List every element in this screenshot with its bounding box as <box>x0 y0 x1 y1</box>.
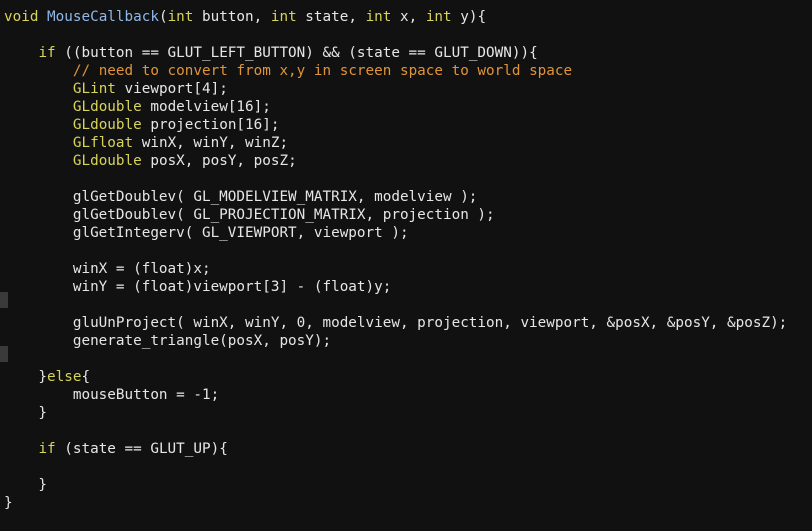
code-line-8[interactable]: GLfloat winX, winY, winZ; <box>4 134 812 152</box>
code-line-10[interactable] <box>4 170 812 188</box>
code-text: viewport[4]; <box>115 81 228 97</box>
keyword-token: int <box>167 9 194 25</box>
type-token: GLdouble <box>72 117 142 133</box>
code-line-28[interactable]: } <box>4 494 812 512</box>
code-editor[interactable]: void MouseCallback(int button, int state… <box>0 0 812 531</box>
code-line-3[interactable]: if ((button == GLUT_LEFT_BUTTON) && (sta… <box>4 44 812 62</box>
code-line-13[interactable]: glGetIntegerv( GL_VIEWPORT, viewport ); <box>4 224 812 242</box>
type-token: GLdouble <box>72 153 142 169</box>
code-line-27[interactable]: } <box>4 476 812 494</box>
code-line-21[interactable]: }else{ <box>4 368 812 386</box>
type-token: GLfloat <box>72 135 134 151</box>
code-text: ((button == GLUT_LEFT_BUTTON) && (state … <box>55 45 538 61</box>
keyword-token: int <box>425 9 452 25</box>
code-line-15[interactable]: winX = (float)x; <box>4 260 812 278</box>
keyword-token: int <box>365 9 392 25</box>
code-line-20[interactable] <box>4 350 812 368</box>
keyword-token: if <box>38 45 56 61</box>
code-line-12[interactable]: glGetDoublev( GL_PROJECTION_MATRIX, proj… <box>4 206 812 224</box>
code-line-9[interactable]: GLdouble posX, posY, posZ; <box>4 152 812 170</box>
code-text: state, <box>296 9 366 25</box>
code-line-18[interactable]: gluUnProject( winX, winY, 0, modelview, … <box>4 314 812 332</box>
code-line-5[interactable]: GLint viewport[4]; <box>4 80 812 98</box>
code-line-22[interactable]: mouseButton = -1; <box>4 386 812 404</box>
code-line-17[interactable] <box>4 296 812 314</box>
code-line-2[interactable] <box>4 26 812 44</box>
code-text: } <box>4 369 48 385</box>
gutter-marker <box>0 292 8 308</box>
code-text: modelview[16]; <box>141 99 271 115</box>
code-comment: // need to convert from x,y in screen sp… <box>72 63 573 79</box>
code-line-14[interactable] <box>4 242 812 260</box>
keyword-token: if <box>38 441 56 457</box>
code-line-26[interactable] <box>4 458 812 476</box>
code-text: { <box>81 369 91 385</box>
code-line-23[interactable]: } <box>4 404 812 422</box>
keyword-token: void <box>4 9 39 25</box>
type-token: GLint <box>72 81 116 97</box>
code-line-1[interactable]: void MouseCallback(int button, int state… <box>4 8 812 26</box>
code-line-24[interactable] <box>4 422 812 440</box>
code-line-6[interactable]: GLdouble modelview[16]; <box>4 98 812 116</box>
function-name: MouseCallback <box>47 9 159 25</box>
code-text: ( <box>158 9 168 25</box>
code-line-19[interactable]: generate_triangle(posX, posY); <box>4 332 812 350</box>
code-line-7[interactable]: GLdouble projection[16]; <box>4 116 812 134</box>
code-line-4[interactable]: // need to convert from x,y in screen sp… <box>4 62 812 80</box>
code-line-11[interactable]: glGetDoublev( GL_MODELVIEW_MATRIX, model… <box>4 188 812 206</box>
code-line-25[interactable]: if (state == GLUT_UP){ <box>4 440 812 458</box>
code-text: projection[16]; <box>141 117 280 133</box>
code-text: y){ <box>451 9 487 25</box>
code-text: x, <box>391 9 426 25</box>
code-line-16[interactable]: winY = (float)viewport[3] - (float)y; <box>4 278 812 296</box>
code-text: winX, winY, winZ; <box>133 135 289 151</box>
keyword-token: else <box>47 369 82 385</box>
code-text: (state == GLUT_UP){ <box>55 441 228 457</box>
keyword-token: int <box>270 9 297 25</box>
code-text: posX, posY, posZ; <box>141 153 297 169</box>
gutter-marker <box>0 346 8 362</box>
code-text: button, <box>193 9 271 25</box>
type-token: GLdouble <box>72 99 142 115</box>
